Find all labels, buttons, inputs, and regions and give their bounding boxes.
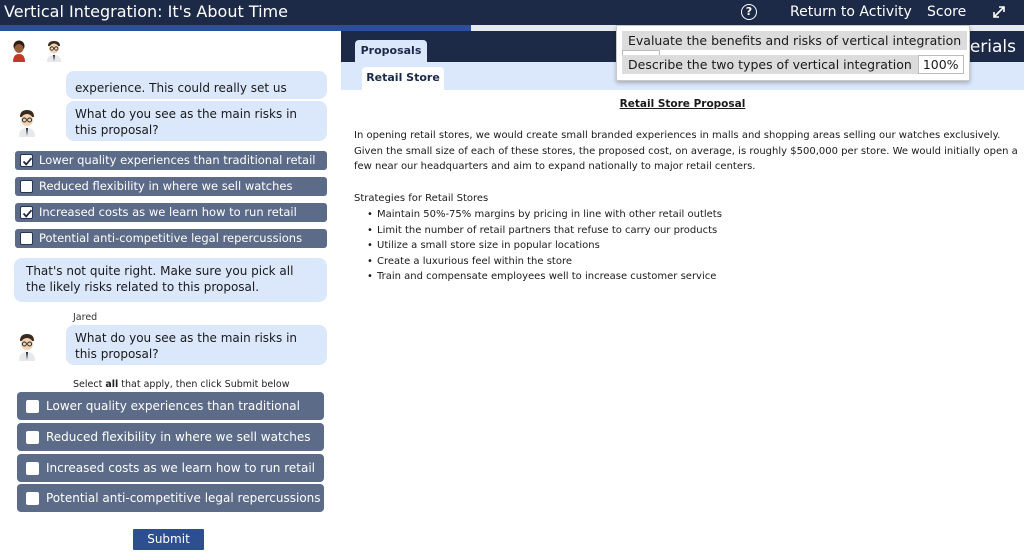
materials-title: terials: [963, 37, 1016, 57]
score-objective-label: Describe the two types of vertical integ…: [622, 55, 918, 74]
tab-proposals[interactable]: Proposals: [355, 40, 427, 62]
instruction-suffix: that apply, then click Submit below: [118, 379, 290, 390]
score-objective-label: Evaluate the benefits and risks of verti…: [622, 31, 968, 50]
proposal-document: Retail Store Proposal In opening retail …: [341, 90, 1024, 560]
app-window: Vertical Integration: It's About Time ? …: [0, 0, 1024, 560]
chat-question-bubble: What do you see as the main risks in thi…: [66, 101, 327, 141]
checkbox-checked-icon: [20, 154, 33, 167]
risk-option-label[interactable]: Reduced flexibility in where we sell wat…: [46, 430, 311, 444]
risk-option-checkbox[interactable]: Reduced flexibility in where we sell wat…: [17, 423, 324, 451]
strategy-item: Train and compensate employees well to i…: [367, 269, 722, 285]
checkbox-icon[interactable]: [26, 431, 39, 444]
strategy-item: Utilize a small store size in popular lo…: [367, 238, 722, 254]
help-icon[interactable]: ?: [741, 4, 757, 20]
previous-answer-label: Reduced flexibility in where we sell wat…: [39, 179, 293, 193]
chat-question-bubble: What do you see as the main risks in thi…: [66, 325, 327, 365]
strategy-item: Limit the number of retail partners that…: [367, 223, 722, 239]
activity-title: Vertical Integration: It's About Time: [4, 2, 288, 21]
checkbox-empty-icon: [20, 180, 33, 193]
jared-avatar-small: [44, 40, 64, 62]
risk-option-checkbox[interactable]: Lower quality experiences than tradition…: [17, 392, 324, 441]
checkbox-empty-icon: [20, 232, 33, 245]
previous-answer-item: Potential anti-competitive legal repercu…: [15, 229, 327, 248]
document-title: Retail Store Proposal: [619, 98, 746, 110]
jared-avatar: [16, 109, 38, 137]
score-popup: Evaluate the benefits and risks of verti…: [616, 25, 970, 81]
feedback-message: That's not quite right. Make sure you pi…: [14, 258, 327, 302]
score-value: 100%: [917, 55, 964, 74]
checkbox-icon[interactable]: [26, 400, 39, 413]
checkbox-icon[interactable]: [26, 462, 39, 475]
speaker-name: Jared: [73, 312, 98, 323]
instruction-text: Select all that apply, then click Submit…: [73, 379, 289, 390]
previous-answer-item: Reduced flexibility in where we sell wat…: [15, 177, 327, 196]
checkbox-checked-icon: [20, 206, 33, 219]
expand-icon[interactable]: [990, 3, 1008, 21]
strategy-item: Maintain 50%-75% margins by pricing in l…: [367, 207, 722, 223]
chat-message-text: experience. This could really set us apa…: [75, 81, 287, 99]
previous-answer-item: Lower quality experiences than tradition…: [15, 151, 327, 170]
risk-option-label[interactable]: Potential anti-competitive legal repercu…: [46, 491, 321, 505]
chat-message-partial: experience. This could really set us apa…: [66, 71, 327, 99]
strategies-list: Maintain 50%-75% margins by pricing in l…: [367, 207, 722, 285]
previous-answer-label: Lower quality experiences than tradition…: [39, 153, 316, 167]
student-avatar: [10, 40, 28, 62]
top-bar: Vertical Integration: It's About Time ? …: [0, 0, 1024, 25]
strategies-heading: Strategies for Retail Stores: [354, 193, 489, 204]
previous-answer-item: Increased costs as we learn how to run r…: [15, 203, 327, 238]
document-intro: In opening retail stores, we would creat…: [354, 130, 1018, 173]
previous-answer-label: Potential anti-competitive legal repercu…: [39, 231, 303, 245]
chat-panel[interactable]: experience. This could really set us apa…: [0, 31, 340, 560]
instruction-emphasis: all: [105, 379, 119, 390]
checkbox-icon[interactable]: [26, 492, 39, 505]
score-button[interactable]: Score: [927, 3, 966, 21]
submit-button[interactable]: Submit: [133, 529, 204, 550]
return-to-activity-button[interactable]: Return to Activity: [790, 3, 912, 21]
instruction-prefix: Select: [73, 379, 106, 390]
risk-option-checkbox[interactable]: Increased costs as we learn how to run r…: [17, 454, 324, 503]
strategy-item: Create a luxurious feel within the store: [367, 254, 722, 270]
score-row: Describe the two types of vertical integ…: [622, 55, 964, 74]
score-row: Evaluate the benefits and risks of verti…: [622, 31, 969, 69]
risk-option-checkbox[interactable]: Potential anti-competitive legal repercu…: [17, 484, 324, 512]
jared-avatar: [16, 333, 38, 361]
tab-retail-store[interactable]: Retail Store: [362, 67, 444, 90]
